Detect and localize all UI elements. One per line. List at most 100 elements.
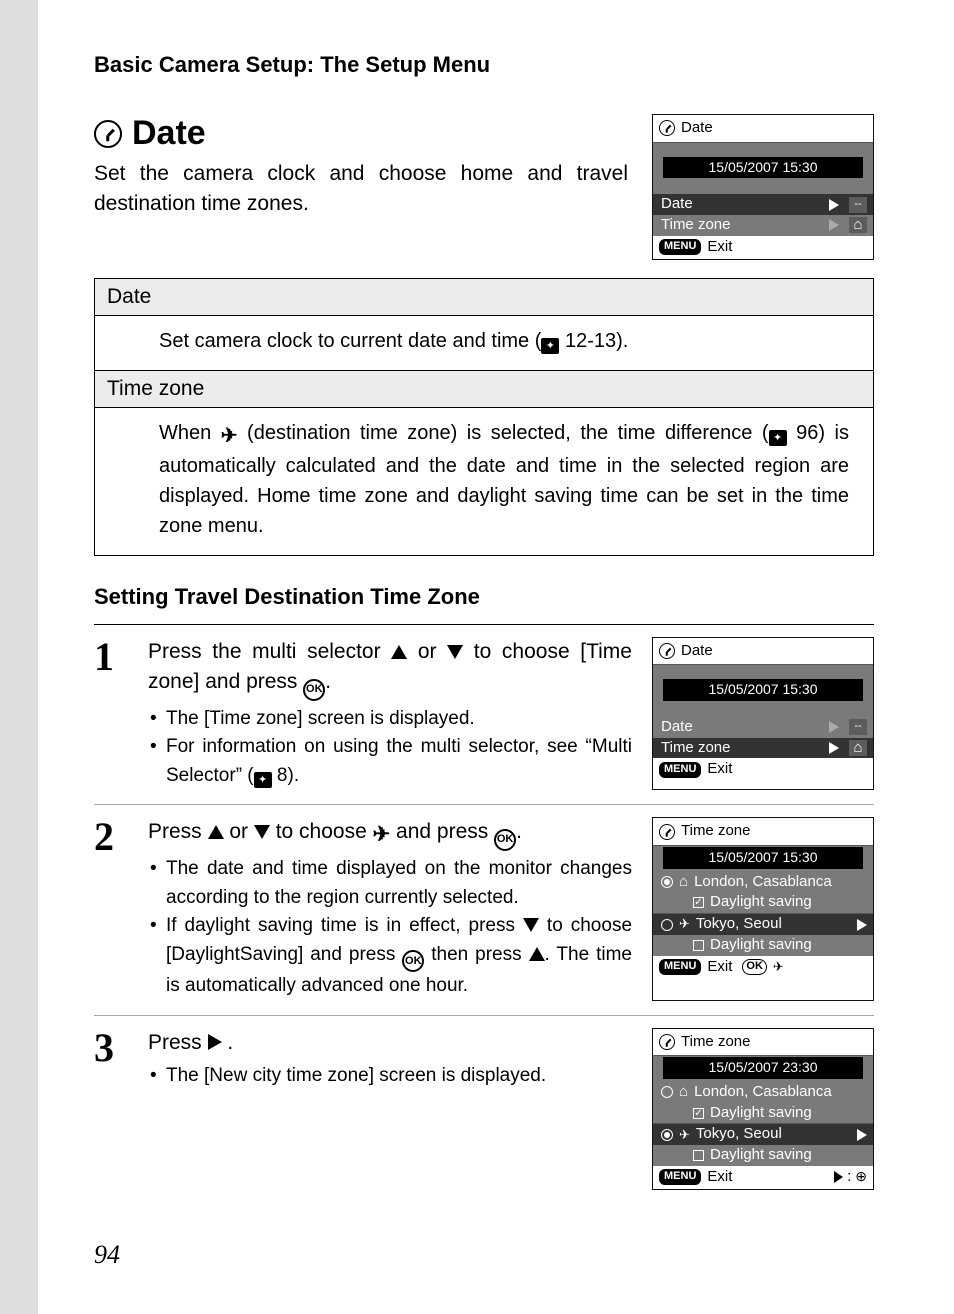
checkbox-checked-icon: ✓ <box>693 897 704 908</box>
radio-off-icon <box>661 919 673 931</box>
clock-icon <box>659 1034 675 1050</box>
chevron-right-icon <box>829 721 839 733</box>
plane-icon: ✈ <box>679 916 690 932</box>
lcd-row-home: London, Casablanca <box>653 872 873 893</box>
lcd-row-label: Daylight saving <box>710 1104 812 1123</box>
home-icon <box>849 217 867 233</box>
ok-icon: OK <box>402 950 424 972</box>
up-arrow-icon <box>391 645 407 659</box>
checkbox-icon <box>693 1150 704 1161</box>
step-bullet: If daylight saving time is in effect, pr… <box>148 912 632 1000</box>
text: 8). <box>272 765 299 786</box>
text: or <box>407 640 447 663</box>
text: Set camera clock to current date and tim… <box>159 330 541 352</box>
lcd-footer-exit: Exit <box>707 238 732 257</box>
up-arrow-icon <box>529 947 545 961</box>
text: Press the multi selector <box>148 640 391 663</box>
text: . <box>222 1031 234 1054</box>
plane-icon <box>373 820 391 850</box>
menu-badge: MENU <box>659 1169 701 1185</box>
lcd-footer-exit: Exit <box>707 1168 732 1187</box>
step-3: 3 Press . The [New city time zone] scree… <box>94 1028 874 1190</box>
ok-icon: OK <box>303 679 325 701</box>
lcd-row-dest-ds: Daylight saving <box>653 1145 873 1166</box>
step-bullet: The [Time zone] screen is displayed. <box>148 705 632 734</box>
lcd-row-home-ds: ✓ Daylight saving <box>653 892 873 913</box>
text: When <box>159 422 221 444</box>
lcd-footer-exit: Exit <box>707 760 732 779</box>
checkbox-icon <box>693 940 704 951</box>
lcd-datetime: 15/05/2007 15:30 <box>663 679 863 701</box>
step-bullet: For information on using the multi selec… <box>148 733 632 790</box>
lcd-date-menu-tz-selected: Date 15/05/2007 15:30 Date -- Time zone <box>652 637 874 791</box>
text: Press <box>148 820 208 843</box>
down-arrow-icon <box>447 645 463 659</box>
clock-icon <box>659 120 675 136</box>
text: (destination time zone) is selected, the… <box>238 422 769 444</box>
lcd-row-date: Date -- <box>653 717 873 738</box>
lcd-row-timezone: Time zone <box>653 738 873 759</box>
step-number: 1 <box>94 637 130 791</box>
chevron-right-icon <box>829 199 839 211</box>
lcd-timezone-menu: Time zone 15/05/2007 15:30 London, Casab… <box>652 817 874 1000</box>
lcd-row-label: Time zone <box>661 216 730 235</box>
chevron-right-icon <box>857 1129 867 1141</box>
reference-icon: ✦ <box>541 338 559 354</box>
lcd-footer-exit: Exit <box>707 958 732 977</box>
chevron-right-icon <box>857 919 867 931</box>
step-number: 3 <box>94 1028 130 1190</box>
home-icon <box>849 740 867 756</box>
lcd-row-label: Tokyo, Seoul <box>696 1125 782 1144</box>
text: and press <box>390 820 494 843</box>
def-date-head: Date <box>95 279 873 316</box>
lcd-datetime: 15/05/2007 23:30 <box>663 1057 863 1079</box>
step-title: Press . <box>148 1028 632 1058</box>
lcd-row-label: Time zone <box>661 739 730 758</box>
lcd-row-label: Daylight saving <box>710 936 812 955</box>
step-title: Press the multi selector or to choose [T… <box>148 637 632 701</box>
radio-on-icon <box>661 1129 673 1141</box>
lcd-row-value: -- <box>849 719 867 735</box>
chevron-right-icon <box>829 742 839 754</box>
radio-off-icon <box>661 1086 673 1098</box>
lcd-row-dest: ✈ Tokyo, Seoul <box>653 913 873 935</box>
def-tz-head: Time zone <box>95 370 873 408</box>
lcd-row-date: Date -- <box>653 194 873 215</box>
lcd-row-label: London, Casablanca <box>694 873 832 892</box>
text: . <box>325 670 331 693</box>
step-1: 1 Press the multi selector or to choose … <box>94 637 874 791</box>
def-tz-body: When (destination time zone) is selected… <box>95 408 873 555</box>
breadcrumb: Basic Camera Setup: The Setup Menu <box>94 52 874 78</box>
text: then press <box>424 944 528 965</box>
checkbox-checked-icon: ✓ <box>693 1108 704 1119</box>
step-2: 2 Press or to choose and press OK. The d… <box>94 817 874 1000</box>
clock-icon <box>659 824 675 840</box>
step-title: Press or to choose and press OK. <box>148 817 632 851</box>
text: to choose <box>270 820 373 843</box>
chevron-right-icon <box>829 219 839 231</box>
radio-on-icon <box>661 876 673 888</box>
up-arrow-icon <box>208 825 224 839</box>
home-icon <box>679 1083 688 1102</box>
ok-badge: OK <box>742 959 767 975</box>
down-arrow-icon <box>254 825 270 839</box>
lcd-row-timezone: Time zone <box>653 215 873 236</box>
menu-badge: MENU <box>659 959 701 975</box>
lcd-row-label: Daylight saving <box>710 893 812 912</box>
ok-icon: OK <box>494 829 516 851</box>
section-title: Date <box>132 114 206 153</box>
lcd-date-menu: Date 15/05/2007 15:30 Date -- Time zone … <box>652 114 874 260</box>
lcd-row-value: -- <box>849 197 867 213</box>
subheading: Setting Travel Destination Time Zone <box>94 584 874 610</box>
lcd-title: Date <box>681 642 713 661</box>
lcd-datetime: 15/05/2007 15:30 <box>663 847 863 869</box>
text: Press <box>148 1031 208 1054</box>
lcd-row-home: London, Casablanca <box>653 1082 873 1103</box>
section-heading: Date <box>94 114 628 153</box>
text: For information on using the multi selec… <box>166 736 632 786</box>
right-arrow-icon <box>834 1171 843 1183</box>
lcd-row-label: Daylight saving <box>710 1146 812 1165</box>
lcd-title: Date <box>681 119 713 138</box>
home-icon <box>679 873 688 892</box>
clock-icon <box>94 120 122 148</box>
